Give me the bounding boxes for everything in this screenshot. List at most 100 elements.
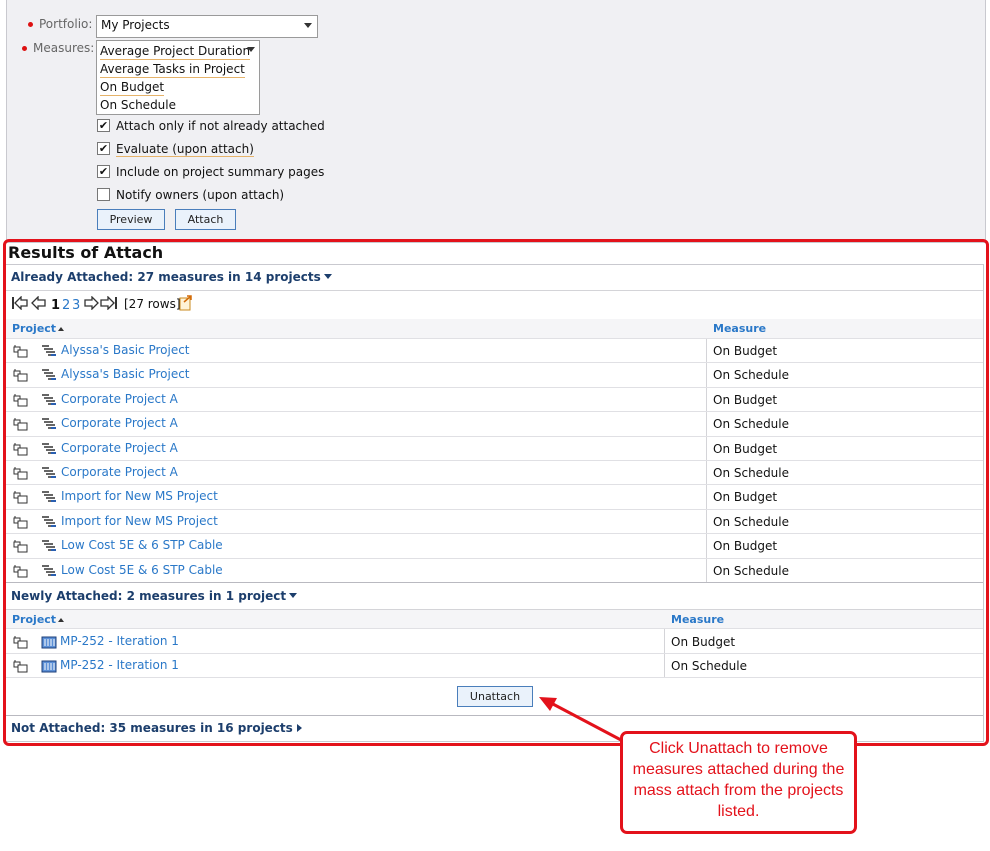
sort-ascending-icon bbox=[58, 618, 65, 622]
project-schedule-icon bbox=[41, 515, 57, 529]
portfolio-select[interactable]: My Projects bbox=[96, 15, 318, 38]
measure-option[interactable]: Average Project Duration bbox=[100, 43, 251, 60]
not-attached-header: Not Attached: 35 measures in 16 projects bbox=[11, 721, 293, 735]
checkbox-label: Attach only if not already attached bbox=[116, 119, 325, 133]
caret-right-icon bbox=[296, 724, 302, 732]
required-indicator bbox=[28, 22, 33, 27]
project-schedule-icon bbox=[41, 490, 57, 504]
project-schedule-icon bbox=[41, 539, 57, 553]
measure-cell: On Budget bbox=[713, 344, 778, 358]
page-link[interactable]: 3 bbox=[72, 298, 80, 313]
export-icon[interactable] bbox=[179, 295, 194, 311]
project-link[interactable]: Low Cost 5E & 6 STP Cable bbox=[61, 538, 223, 552]
hierarchy-icon[interactable] bbox=[13, 466, 29, 480]
portfolio-label: Portfolio: bbox=[39, 17, 93, 31]
measure-cell: On Schedule bbox=[713, 563, 790, 578]
next-page-icon[interactable] bbox=[83, 296, 99, 310]
project-schedule-icon bbox=[41, 564, 57, 578]
callout-box: Click Unattach to remove measures attach… bbox=[620, 731, 857, 834]
page-current: 1 bbox=[51, 298, 61, 313]
project-link[interactable]: Import for New MS Project bbox=[61, 489, 218, 503]
newly-attached-toggle[interactable]: Newly Attached: 2 measures in 1 project bbox=[11, 589, 298, 603]
include-on-summary-checkbox[interactable]: ✔ bbox=[97, 165, 110, 178]
unattach-button[interactable]: Unattach bbox=[457, 686, 533, 707]
measure-cell: On Budget bbox=[671, 635, 736, 649]
already-attached-toggle[interactable]: Already Attached: 27 measures in 14 proj… bbox=[11, 270, 332, 284]
measure-cell: On Budget bbox=[713, 539, 778, 554]
table-header-row bbox=[6, 319, 983, 339]
project-column-header[interactable]: Project bbox=[12, 613, 65, 626]
checkbox-label: Evaluate (upon attach) bbox=[116, 142, 254, 157]
caret-down-icon bbox=[323, 274, 332, 279]
previous-page-icon[interactable] bbox=[31, 296, 47, 310]
measure-cell: On Budget bbox=[713, 392, 778, 407]
hierarchy-icon[interactable] bbox=[13, 659, 29, 673]
measure-cell: On Budget bbox=[713, 490, 778, 505]
last-page-icon[interactable] bbox=[100, 296, 119, 310]
first-page-icon[interactable] bbox=[11, 296, 29, 310]
checkbox-label: Include on project summary pages bbox=[116, 165, 325, 179]
hierarchy-icon[interactable] bbox=[13, 564, 29, 578]
project-schedule-icon bbox=[41, 442, 57, 456]
program-icon bbox=[41, 659, 57, 673]
hierarchy-icon[interactable] bbox=[13, 368, 29, 382]
portfolio-value: My Projects bbox=[101, 18, 170, 32]
project-link[interactable]: MP-252 - Iteration 1 bbox=[60, 634, 179, 648]
notify-owners-checkbox[interactable] bbox=[97, 188, 110, 201]
measure-cell: On Budget bbox=[713, 441, 778, 456]
sort-ascending-icon bbox=[58, 327, 65, 331]
measure-column-header[interactable]: Measure bbox=[671, 613, 724, 626]
measure-cell: On Schedule bbox=[671, 659, 748, 673]
hierarchy-icon[interactable] bbox=[13, 635, 29, 649]
project-schedule-icon bbox=[41, 417, 57, 431]
not-attached-toggle[interactable]: Not Attached: 35 measures in 16 projects bbox=[11, 721, 302, 735]
table-header-row bbox=[6, 609, 983, 629]
measures-listbox[interactable]: Average Project Duration Average Tasks i… bbox=[96, 40, 260, 115]
project-link[interactable]: Alyssa's Basic Project bbox=[61, 367, 190, 381]
evaluate-upon-attach-checkbox[interactable]: ✔ bbox=[97, 142, 110, 155]
hierarchy-icon[interactable] bbox=[13, 417, 29, 431]
project-schedule-icon bbox=[41, 368, 57, 382]
project-link[interactable]: Corporate Project A bbox=[61, 465, 178, 479]
program-icon bbox=[41, 635, 57, 649]
measure-option[interactable]: On Budget bbox=[100, 79, 165, 96]
project-link[interactable]: MP-252 - Iteration 1 bbox=[60, 658, 179, 672]
measure-cell: On Schedule bbox=[713, 466, 790, 480]
project-column-header[interactable]: Project bbox=[12, 322, 65, 335]
project-link[interactable]: Alyssa's Basic Project bbox=[61, 343, 190, 357]
already-attached-header: Already Attached: 27 measures in 14 proj… bbox=[11, 270, 321, 284]
project-link[interactable]: Low Cost 5E & 6 STP Cable bbox=[61, 563, 223, 577]
checkbox-label: Notify owners (upon attach) bbox=[116, 188, 285, 202]
project-link[interactable]: Import for New MS Project bbox=[61, 514, 218, 528]
required-indicator bbox=[22, 46, 27, 51]
chevron-down-icon bbox=[304, 23, 312, 28]
measure-column-header[interactable]: Measure bbox=[713, 322, 766, 335]
project-link[interactable]: Corporate Project A bbox=[61, 416, 178, 430]
callout-arrow bbox=[539, 697, 622, 742]
divider bbox=[6, 715, 983, 716]
attach-only-if-not-attached-checkbox[interactable]: ✔ bbox=[97, 119, 110, 132]
project-link[interactable]: Corporate Project A bbox=[61, 392, 178, 406]
hierarchy-icon[interactable] bbox=[13, 490, 29, 504]
measure-option[interactable]: Average Tasks in Project bbox=[100, 61, 245, 78]
hierarchy-icon[interactable] bbox=[13, 442, 29, 456]
divider bbox=[6, 582, 983, 583]
measure-cell: On Schedule bbox=[713, 368, 790, 383]
attach-button[interactable]: Attach bbox=[175, 209, 236, 230]
caret-down-icon bbox=[289, 593, 298, 598]
project-schedule-icon bbox=[41, 344, 57, 358]
measure-option[interactable]: On Schedule bbox=[100, 97, 176, 113]
hierarchy-icon[interactable] bbox=[13, 515, 29, 529]
measure-cell: On Schedule bbox=[713, 514, 790, 529]
divider bbox=[6, 290, 983, 291]
page-link[interactable]: 2 bbox=[62, 298, 70, 313]
newly-attached-header: Newly Attached: 2 measures in 1 project bbox=[11, 589, 287, 603]
measure-cell: On Schedule bbox=[713, 417, 790, 432]
results-title: Results of Attach bbox=[8, 243, 164, 262]
preview-button[interactable]: Preview bbox=[97, 209, 165, 230]
row-count: [27 rows] bbox=[124, 297, 181, 311]
hierarchy-icon[interactable] bbox=[13, 393, 29, 407]
hierarchy-icon[interactable] bbox=[13, 539, 29, 553]
project-link[interactable]: Corporate Project A bbox=[61, 441, 178, 455]
hierarchy-icon[interactable] bbox=[13, 344, 29, 358]
